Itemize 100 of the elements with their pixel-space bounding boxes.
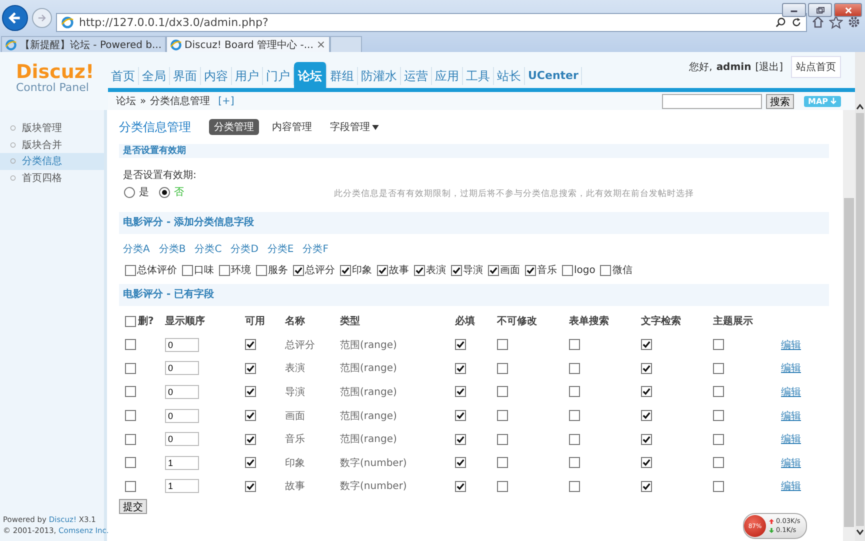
checkbox[interactable] [125, 316, 136, 326]
category-link[interactable]: 分类C [194, 242, 222, 256]
edit-link[interactable]: 编辑 [781, 479, 801, 494]
checkbox[interactable] [569, 386, 580, 398]
checkbox[interactable] [455, 386, 466, 398]
edit-link[interactable]: 编辑 [781, 456, 801, 470]
search-button[interactable]: 搜索 [766, 94, 794, 108]
checkbox[interactable] [641, 339, 652, 350]
content-tab[interactable]: 字段管理 [325, 119, 384, 135]
checkbox[interactable] [455, 434, 466, 445]
checkbox[interactable] [219, 264, 230, 276]
breadcrumb-link[interactable]: 论坛 [116, 94, 136, 108]
address-bar[interactable]: http://127.0.0.1/dx3.0/admin.php? [56, 12, 807, 32]
site-home-button[interactable]: 站点首页 [791, 56, 841, 78]
checkbox[interactable] [569, 362, 580, 374]
nav-tab[interactable]: 首页 [108, 67, 139, 85]
checkbox[interactable] [245, 434, 256, 445]
edit-link[interactable]: 编辑 [781, 384, 801, 399]
checkbox[interactable] [455, 457, 466, 468]
close-button[interactable] [834, 3, 862, 17]
category-link[interactable]: 分类B [158, 242, 186, 256]
settings-icon[interactable] [847, 15, 861, 29]
checkbox[interactable] [497, 480, 508, 492]
checkbox[interactable] [293, 264, 304, 276]
scrollbar[interactable] [855, 52, 865, 541]
nav-tab[interactable]: 用户 [232, 67, 263, 85]
star-icon[interactable] [829, 15, 843, 29]
checkbox[interactable] [569, 434, 580, 445]
edit-link[interactable]: 编辑 [781, 408, 801, 423]
radio-button[interactable] [124, 186, 135, 198]
checkbox[interactable] [641, 434, 652, 445]
nav-tab[interactable]: 工具 [463, 67, 494, 85]
checkbox[interactable] [125, 457, 136, 468]
checkbox[interactable] [569, 339, 580, 350]
order-field[interactable]: 0 [165, 432, 199, 446]
sidebar-item[interactable]: 版块合并 [0, 136, 104, 153]
category-link[interactable]: 分类F [302, 242, 328, 256]
scroll-up-icon[interactable] [856, 104, 864, 110]
checkbox[interactable] [245, 410, 256, 422]
scroll-down-icon[interactable] [856, 529, 864, 535]
checkbox[interactable] [125, 434, 136, 445]
category-link[interactable]: 分类E [267, 242, 294, 256]
checkbox[interactable] [713, 480, 724, 492]
edit-link[interactable]: 编辑 [781, 361, 801, 376]
checkbox[interactable] [713, 410, 724, 422]
checkbox[interactable] [125, 410, 136, 422]
minimize-button[interactable] [782, 3, 806, 17]
radio-button[interactable] [159, 186, 170, 198]
nav-tab[interactable]: 运营 [401, 67, 432, 85]
checkbox[interactable] [455, 362, 466, 374]
checkbox[interactable] [414, 264, 425, 276]
checkbox[interactable] [245, 386, 256, 398]
order-field[interactable]: 0 [165, 361, 199, 376]
checkbox[interactable] [125, 386, 136, 398]
sidebar-item[interactable]: 版块管理 [0, 120, 104, 136]
order-field[interactable]: 0 [165, 384, 199, 399]
checkbox[interactable] [455, 480, 466, 492]
checkbox[interactable] [245, 339, 256, 350]
order-field[interactable]: 1 [165, 479, 199, 494]
checkbox[interactable] [451, 264, 462, 276]
checkbox[interactable] [125, 480, 136, 492]
checkbox[interactable] [641, 457, 652, 468]
checkbox[interactable] [713, 434, 724, 445]
category-link[interactable]: 分类D [230, 242, 258, 256]
checkbox[interactable] [497, 362, 508, 374]
checkbox[interactable] [125, 264, 136, 276]
checkbox[interactable] [245, 457, 256, 468]
checkbox[interactable] [641, 480, 652, 492]
add-shortcut-link[interactable]: [+] [218, 96, 234, 106]
checkbox[interactable] [569, 410, 580, 422]
checkbox[interactable] [497, 434, 508, 445]
checkbox[interactable] [125, 362, 136, 374]
checkbox[interactable] [600, 264, 612, 276]
edit-link[interactable]: 编辑 [781, 338, 801, 352]
close-tab-button[interactable]: × [316, 38, 326, 51]
checkbox[interactable] [713, 339, 724, 350]
nav-tab[interactable]: UCenter [525, 67, 582, 85]
search-icon[interactable] [775, 16, 786, 28]
order-field[interactable]: 0 [165, 338, 199, 352]
checkbox[interactable] [455, 410, 466, 422]
checkbox[interactable] [182, 264, 193, 276]
checkbox[interactable] [377, 264, 388, 276]
home-icon[interactable] [811, 15, 825, 29]
checkbox[interactable] [641, 362, 652, 374]
checkbox[interactable] [641, 386, 652, 398]
nav-tab[interactable]: 论坛 [294, 62, 327, 88]
nav-tab[interactable]: 站长 [494, 67, 525, 85]
browser-tab[interactable]: Discuz! Board 管理中心 -... × [166, 36, 330, 52]
checkbox[interactable] [641, 410, 652, 422]
checkbox[interactable] [525, 264, 536, 276]
content-tab[interactable]: 分类管理 [209, 119, 259, 135]
edit-link[interactable]: 编辑 [781, 432, 801, 446]
nav-tab[interactable]: 内容 [201, 67, 232, 85]
order-field[interactable]: 1 [165, 456, 199, 470]
nav-tab[interactable]: 防灌水 [358, 67, 401, 85]
checkbox[interactable] [245, 362, 256, 374]
scrollbar[interactable] [843, 110, 855, 541]
checkbox[interactable] [569, 457, 580, 468]
checkbox[interactable] [713, 362, 724, 374]
restore-button[interactable] [808, 3, 832, 17]
